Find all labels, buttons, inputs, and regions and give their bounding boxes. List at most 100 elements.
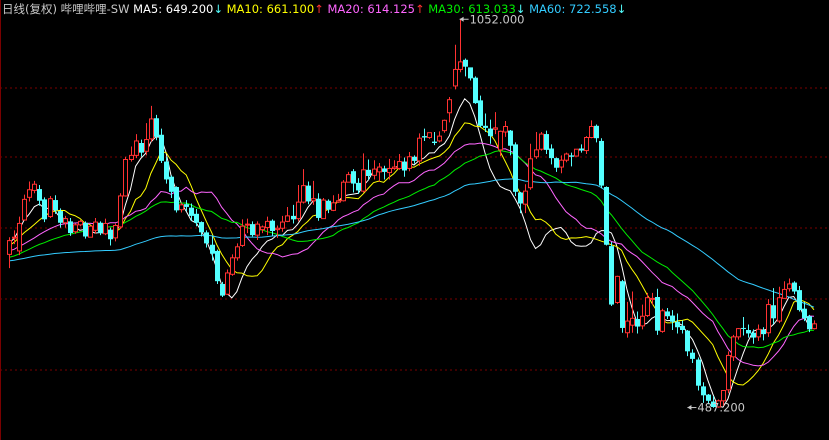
candle-down [751, 329, 756, 344]
candle-up [777, 286, 782, 324]
ma30-line [8, 150, 815, 349]
candle-body [164, 161, 169, 180]
candle-body [7, 240, 12, 255]
candle-down [432, 132, 437, 146]
candle-body [397, 161, 402, 169]
candle-down [159, 128, 164, 163]
chart-period-title: 日线(复权) [2, 2, 57, 16]
candle-body [412, 156, 417, 161]
candlestick-chart[interactable]: 1052.000487.200 [0, 0, 829, 440]
candle-up [534, 132, 539, 159]
candle-body [377, 166, 382, 173]
candle-body [311, 198, 316, 202]
ma60-value: 722.558 [569, 2, 617, 16]
candle-body [361, 169, 366, 192]
candle-body [787, 283, 792, 290]
candle-down [685, 330, 690, 357]
candle-body [331, 202, 336, 211]
candle-body [316, 198, 321, 218]
candle-body [265, 220, 270, 229]
candle-up [361, 153, 366, 193]
candle-down [549, 144, 554, 165]
candle-body [488, 128, 493, 137]
candle-up [48, 195, 53, 218]
ma20-value: 614.125 [367, 2, 415, 16]
candle-down [599, 138, 604, 189]
candle-body [797, 290, 802, 311]
candle-down [554, 157, 559, 172]
candle-body [48, 198, 53, 218]
stock-name: 哔哩哔哩-SW [60, 2, 130, 16]
candle-body [615, 275, 620, 303]
candle-down [473, 76, 478, 104]
candle-body [32, 183, 37, 191]
candle-body [437, 135, 442, 142]
candle-body [199, 222, 204, 233]
ma5-label: MA5: [133, 2, 163, 16]
candle-body [625, 320, 630, 334]
ma20-arrow-icon: ↑ [414, 2, 425, 16]
candle-up [756, 324, 761, 341]
candle-body [326, 200, 331, 210]
candle-up [123, 156, 128, 197]
candle-up [584, 136, 589, 154]
candle-up [103, 218, 108, 236]
candle-body [751, 332, 756, 338]
moving-average-lines [8, 98, 815, 408]
candle-body [508, 130, 513, 146]
candle-body [250, 224, 255, 236]
candle-down [513, 142, 518, 196]
candle-body [771, 305, 776, 319]
candle-body [103, 222, 108, 235]
candle-down [468, 67, 473, 81]
candle-body [98, 222, 103, 234]
candle-body [554, 158, 559, 168]
candle-up [63, 215, 68, 228]
ma20-line [8, 142, 815, 367]
candle-body [37, 189, 42, 201]
candle-body [685, 330, 690, 352]
candle-body [453, 68, 458, 87]
candle-down [569, 152, 574, 167]
candle-body [275, 227, 280, 231]
candle-up [93, 217, 98, 234]
candle-down [83, 221, 88, 239]
candle-body [534, 149, 539, 158]
candle-body [584, 137, 589, 152]
candle-body [690, 352, 695, 359]
kline-chart-area[interactable]: 1052.000 487.200 [0, 0, 829, 440]
candle-body [741, 327, 746, 329]
candle-up [640, 304, 645, 330]
ma10-value: 661.100 [266, 2, 315, 16]
candle-body [387, 167, 392, 174]
candle-body [746, 330, 751, 334]
candle-body [240, 225, 245, 246]
candle-body [468, 67, 473, 79]
candle-body [113, 225, 118, 239]
candle-up [726, 351, 731, 394]
candle-body [594, 125, 599, 139]
candle-body [442, 119, 447, 132]
ma60-line [8, 178, 815, 308]
candle-up [437, 131, 442, 143]
candle-body [493, 127, 498, 130]
candle-up [766, 299, 771, 337]
candle-down [463, 58, 468, 77]
candle-body [726, 354, 731, 391]
candle-down [382, 165, 387, 180]
candle-body [154, 118, 159, 137]
candle-body [204, 232, 209, 244]
ma10-label: MA10: [226, 2, 263, 16]
candle-body [159, 134, 164, 161]
candle-body [356, 182, 361, 191]
candle-body [225, 272, 230, 295]
candle-down [68, 217, 73, 236]
candle-up [589, 120, 594, 139]
candle-up [574, 148, 579, 157]
candle-down [356, 178, 361, 194]
candle-body [210, 244, 215, 254]
indicator-header: 日线(复权) 哔哩哔哩-SW MA5: 649.200↓ MA10: 661.1… [2, 1, 626, 17]
candle-body [174, 187, 179, 211]
price-annotations: 1052.000487.200 [459, 12, 745, 415]
candle-body [777, 297, 782, 322]
